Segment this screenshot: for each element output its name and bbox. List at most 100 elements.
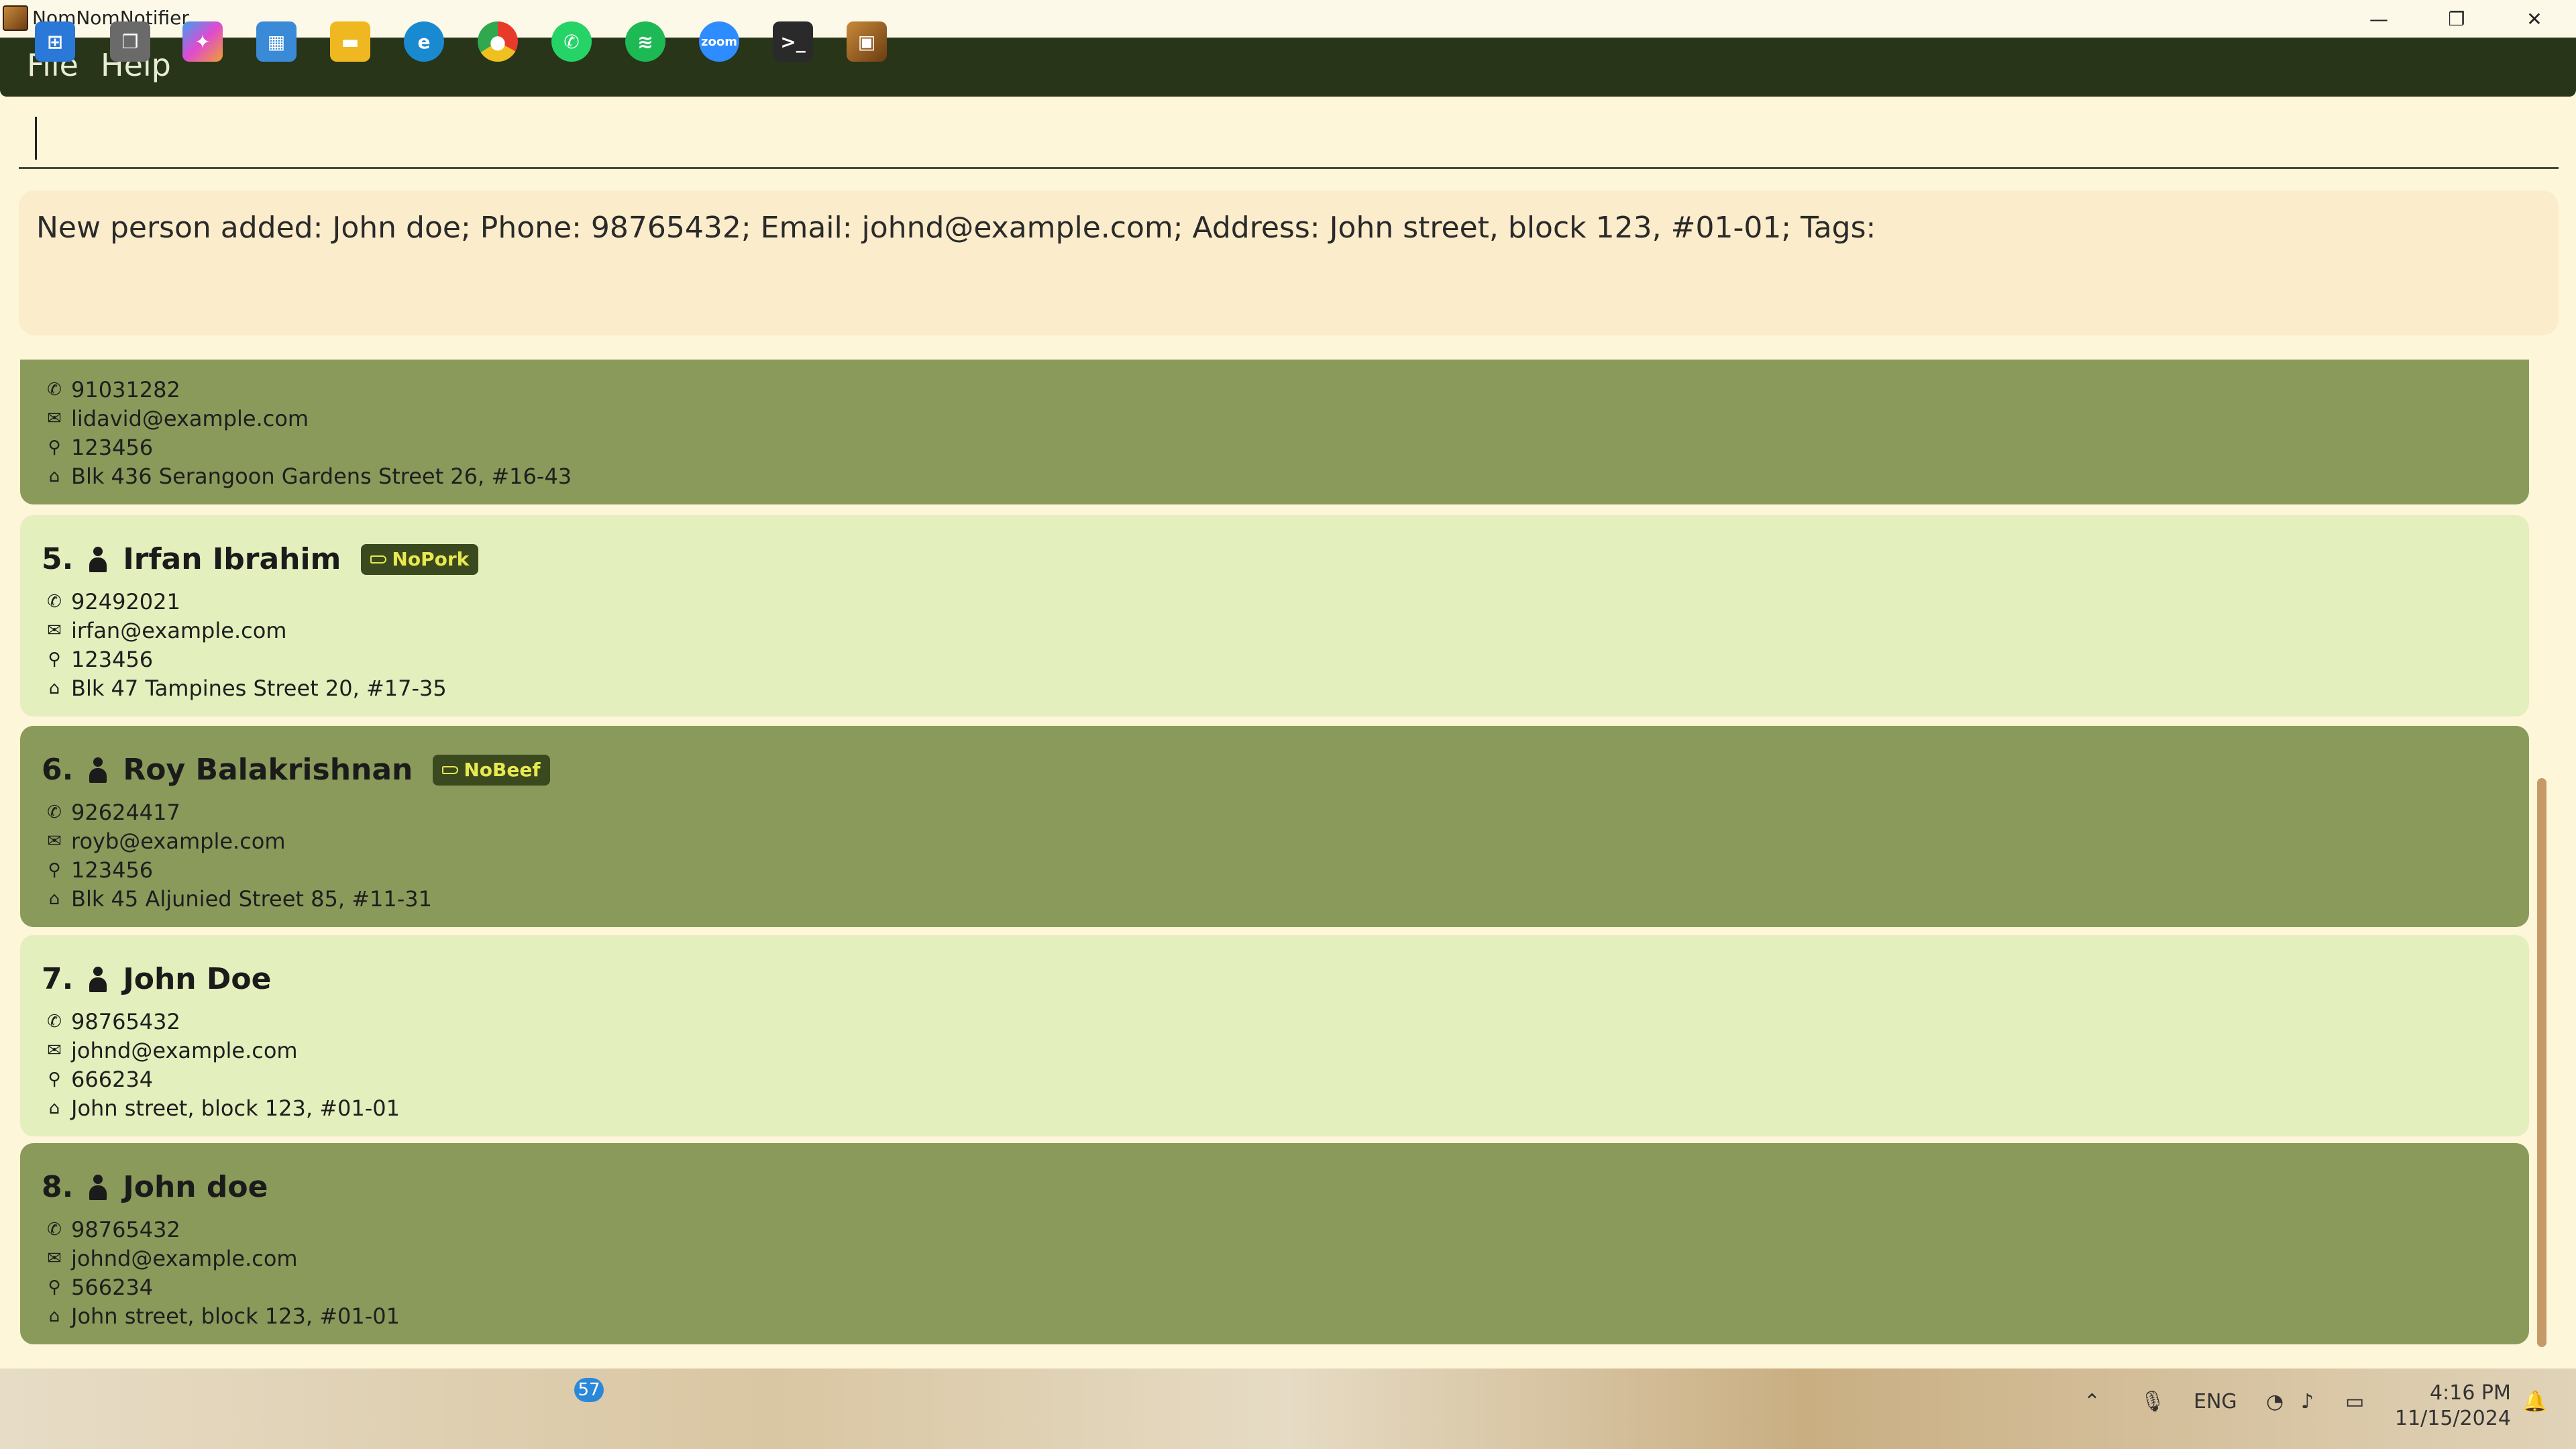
phone-icon: ✆ bbox=[47, 592, 62, 612]
list-scrollbar[interactable] bbox=[2537, 778, 2546, 1347]
whatsapp-icon[interactable]: ✆ bbox=[551, 21, 592, 62]
email-value: johnd@example.com bbox=[71, 1038, 298, 1063]
store-icon[interactable]: ▦ bbox=[256, 21, 297, 62]
person-header: 6. Roy Balakrishnan NoBeef bbox=[42, 753, 550, 787]
postal-value: 123456 bbox=[71, 857, 154, 883]
nomnom-app-icon[interactable]: ▣ bbox=[847, 21, 887, 62]
person-name: John doe bbox=[123, 1170, 268, 1204]
wifi-icon[interactable]: ◔ bbox=[2266, 1390, 2284, 1413]
email-value: royb@example.com bbox=[71, 828, 286, 854]
postal-field: ⚲ 666234 bbox=[43, 1067, 153, 1092]
postal-value: 566234 bbox=[71, 1275, 154, 1300]
volume-icon[interactable]: ♪ bbox=[2301, 1390, 2314, 1413]
person-card[interactable]: 6. Roy Balakrishnan NoBeef ✆ 92624417 ✉ ro… bbox=[20, 726, 2529, 927]
system-clock[interactable]: 4:16 PM 11/15/2024 bbox=[2395, 1381, 2511, 1432]
close-button[interactable]: ✕ bbox=[2496, 0, 2573, 38]
person-index: 7. bbox=[42, 962, 74, 996]
person-name: Roy Balakrishnan bbox=[123, 753, 413, 787]
tag-icon bbox=[370, 555, 387, 564]
phone-value: 92492021 bbox=[71, 589, 180, 614]
person-name: Irfan Ibrahim bbox=[123, 542, 341, 576]
address-value: Blk 436 Serangoon Gardens Street 26, #16… bbox=[71, 464, 572, 489]
copilot-icon[interactable]: ✦ bbox=[182, 21, 223, 62]
edge-icon[interactable]: e bbox=[404, 21, 444, 62]
tag-badge: NoPork bbox=[361, 543, 479, 575]
pin-icon: ⚲ bbox=[48, 1277, 61, 1297]
app-logo-icon bbox=[3, 5, 28, 31]
notifications-icon[interactable]: 🔔 bbox=[2522, 1390, 2547, 1413]
address-field: ⌂ John street, block 123, #01-01 bbox=[43, 1303, 400, 1329]
home-icon: ⌂ bbox=[48, 1306, 60, 1326]
pin-icon: ⚲ bbox=[48, 860, 61, 880]
person-icon bbox=[88, 546, 108, 572]
postal-value: 123456 bbox=[71, 647, 154, 672]
pin-icon: ⚲ bbox=[48, 437, 61, 458]
person-header: 7. John Doe bbox=[42, 962, 272, 996]
address-field: ⌂ Blk 436 Serangoon Gardens Street 26, #1… bbox=[43, 464, 572, 489]
phone-value: 92624417 bbox=[71, 800, 180, 825]
person-index: 5. bbox=[42, 542, 74, 576]
task-view-icon[interactable]: ❐ bbox=[110, 21, 150, 62]
email-value: lidavid@example.com bbox=[71, 406, 309, 431]
address-field: ⌂ John street, block 123, #01-01 bbox=[43, 1095, 400, 1121]
person-card[interactable]: 7. John Doe ✆ 98765432 ✉ johnd@example.com… bbox=[20, 935, 2529, 1136]
postal-field: ⚲ 566234 bbox=[43, 1275, 153, 1300]
postal-field: ⚲ 123456 bbox=[43, 435, 153, 460]
person-card[interactable]: 5. Irfan Ibrahim NoPork ✆ 92492021 ✉ irfan… bbox=[20, 515, 2529, 716]
tag-label: NoPork bbox=[392, 548, 470, 570]
phone-field: ✆ 98765432 bbox=[43, 1217, 180, 1242]
postal-field: ⚲ 123456 bbox=[43, 857, 153, 883]
spotify-icon[interactable]: ≋ bbox=[625, 21, 665, 62]
person-icon bbox=[88, 966, 108, 992]
email-field: ✉ lidavid@example.com bbox=[43, 406, 309, 431]
address-field: ⌂ Blk 47 Tampines Street 20, #17-35 bbox=[43, 676, 447, 701]
person-card[interactable]: 8. John doe ✆ 98765432 ✉ johnd@example.com… bbox=[20, 1143, 2529, 1344]
clock-time: 4:16 PM bbox=[2430, 1381, 2511, 1405]
home-icon: ⌂ bbox=[48, 1098, 60, 1118]
chrome-icon[interactable]: ● bbox=[478, 21, 518, 62]
clock-date: 11/15/2024 bbox=[2395, 1407, 2511, 1430]
email-field: ✉ irfan@example.com bbox=[43, 618, 286, 643]
email-field: ✉ johnd@example.com bbox=[43, 1038, 298, 1063]
person-card[interactable]: ✆ 91031282 ✉ lidavid@example.com ⚲ 123456 ⌂… bbox=[20, 360, 2529, 504]
phone-icon: ✆ bbox=[47, 802, 62, 822]
file-explorer-icon[interactable]: ▬ bbox=[330, 21, 370, 62]
start-icon[interactable]: ⊞ bbox=[35, 21, 75, 62]
battery-icon[interactable]: ▭ bbox=[2345, 1390, 2364, 1413]
phone-icon: ✆ bbox=[47, 1220, 62, 1240]
result-display: New person added: John doe; Phone: 98765… bbox=[19, 191, 2559, 335]
phone-value: 98765432 bbox=[71, 1217, 180, 1242]
person-icon bbox=[88, 1174, 108, 1200]
restore-button[interactable]: ❐ bbox=[2418, 0, 2496, 38]
taskbar bbox=[0, 1368, 2576, 1449]
home-icon: ⌂ bbox=[48, 466, 60, 486]
person-icon bbox=[88, 757, 108, 783]
minimize-button[interactable]: — bbox=[2340, 0, 2418, 38]
zoom-icon[interactable]: zoom bbox=[699, 21, 739, 62]
email-field: ✉ royb@example.com bbox=[43, 828, 286, 854]
phone-field: ✆ 92624417 bbox=[43, 800, 180, 825]
phone-field: ✆ 92492021 bbox=[43, 589, 180, 614]
address-field: ⌂ Blk 45 Aljunied Street 85, #11-31 bbox=[43, 886, 432, 912]
phone-icon: ✆ bbox=[47, 1012, 62, 1032]
person-header: 5. Irfan Ibrahim NoPork bbox=[42, 542, 479, 576]
home-icon: ⌂ bbox=[48, 889, 60, 909]
language-indicator[interactable]: ENG bbox=[2194, 1390, 2237, 1413]
tag-label: NoBeef bbox=[464, 759, 541, 781]
microphone-icon[interactable]: 🎙 bbox=[2140, 1390, 2165, 1413]
email-value: irfan@example.com bbox=[71, 618, 287, 643]
title-bar: NomNomNotifier — ❐ ✕ bbox=[0, 0, 2576, 38]
phone-value: 98765432 bbox=[71, 1009, 180, 1034]
person-index: 8. bbox=[42, 1170, 74, 1204]
person-list[interactable]: ✆ 91031282 ✉ lidavid@example.com ⚲ 123456 ⌂… bbox=[0, 360, 2576, 1368]
pin-icon: ⚲ bbox=[48, 1069, 61, 1089]
address-value: John street, block 123, #01-01 bbox=[71, 1095, 400, 1121]
tray-overflow-icon[interactable]: ⌃ bbox=[2084, 1390, 2100, 1413]
command-input[interactable] bbox=[19, 107, 2559, 169]
person-header: 8. John doe bbox=[42, 1170, 268, 1204]
terminal-icon[interactable]: >_ bbox=[773, 21, 813, 62]
email-icon: ✉ bbox=[47, 831, 62, 851]
menu-bar: File Help bbox=[0, 38, 2576, 97]
postal-value: 666234 bbox=[71, 1067, 154, 1092]
phone-icon: ✆ bbox=[47, 380, 62, 400]
